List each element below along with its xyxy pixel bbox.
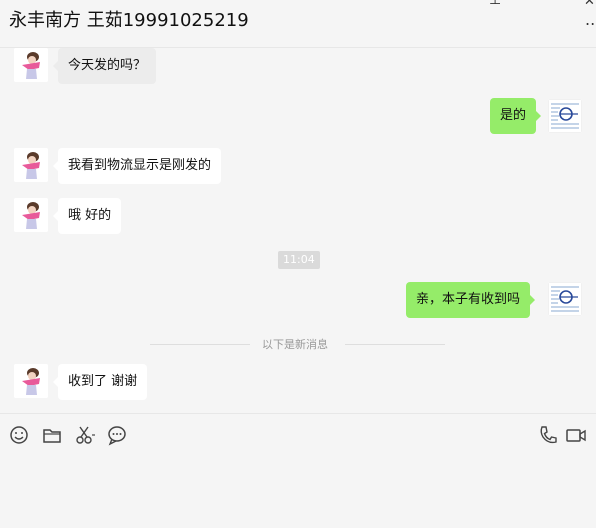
close-icon[interactable]: ✕ — [584, 0, 595, 9]
pin-icon[interactable]: ⊥ — [489, 0, 501, 8]
chat-bubble-icon[interactable] — [106, 424, 128, 446]
message-bubble[interactable]: 今天发的吗？ — [52, 48, 157, 84]
message-bubble[interactable]: 哦 好的 — [52, 198, 122, 234]
contact-avatar[interactable] — [14, 48, 48, 82]
time-badge: 11:04 — [278, 251, 320, 269]
message-list[interactable]: 今天发的吗？ 是的 我看到物流显示是刚发的 哦 好的 11:04 亲，本子有收到… — [0, 48, 596, 413]
chat-title: 永丰南方 王茹19991025219 — [9, 10, 249, 31]
message-bubble[interactable]: 亲，本子有收到吗 — [406, 282, 536, 318]
divider-line — [345, 344, 445, 345]
message-bubble[interactable]: 我看到物流显示是刚发的 — [52, 148, 222, 184]
contact-avatar[interactable] — [14, 364, 48, 398]
contact-avatar[interactable] — [14, 198, 48, 232]
emoji-icon[interactable] — [8, 424, 30, 446]
folder-icon[interactable] — [41, 424, 63, 446]
my-avatar[interactable] — [548, 99, 582, 133]
chat-header: 永丰南方 王茹19991025219 ⊥ ✕ ... — [0, 0, 596, 48]
message-input[interactable] — [0, 457, 596, 528]
phone-icon[interactable] — [537, 424, 559, 446]
new-messages-divider: 以下是新消息 — [150, 336, 445, 352]
my-avatar[interactable] — [548, 282, 582, 316]
message-bubble[interactable]: 收到了 谢谢 — [52, 364, 148, 400]
scissors-icon[interactable] — [74, 424, 96, 446]
divider-line — [150, 344, 250, 345]
video-icon[interactable] — [565, 424, 587, 446]
contact-avatar[interactable] — [14, 148, 48, 182]
message-bubble[interactable]: 是的 — [490, 98, 542, 134]
divider-label: 以下是新消息 — [262, 338, 328, 351]
input-toolbar — [0, 413, 596, 457]
more-options-icon[interactable]: ... — [585, 12, 596, 28]
